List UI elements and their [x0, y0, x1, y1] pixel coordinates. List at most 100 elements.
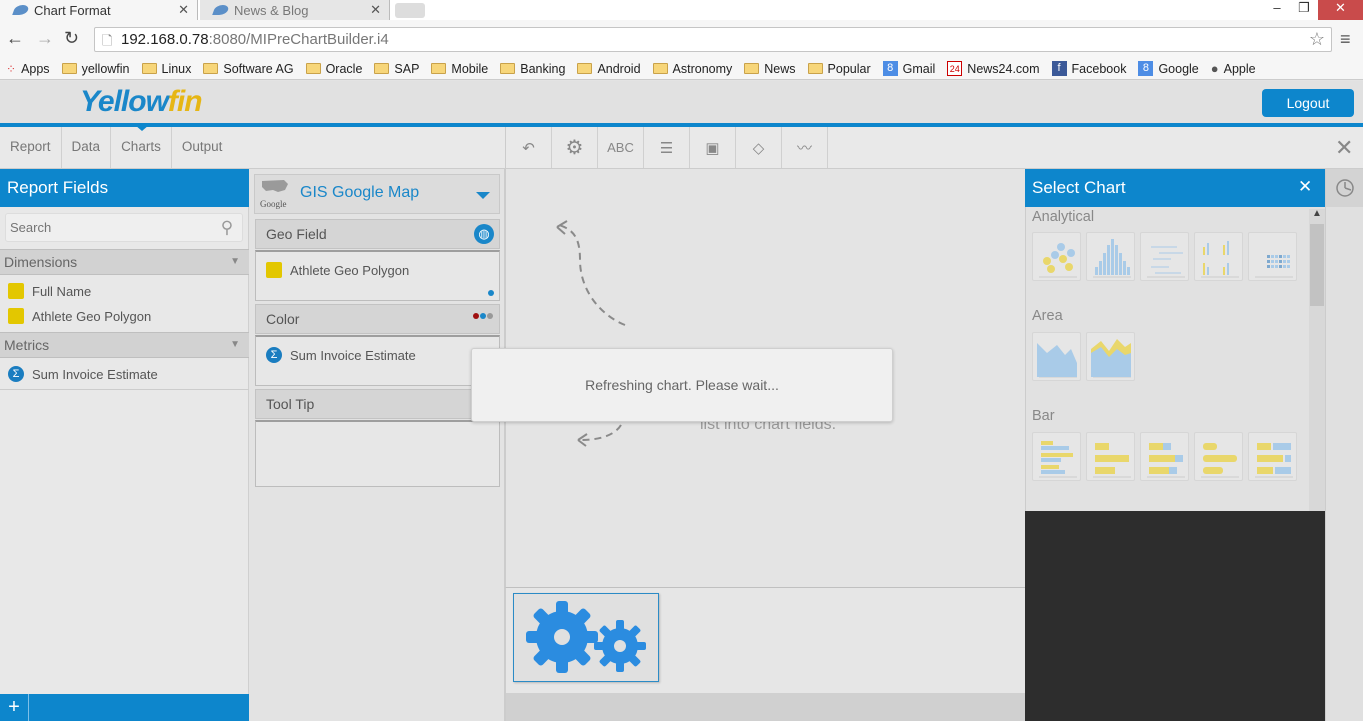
- nav-tab-charts[interactable]: Charts: [111, 127, 172, 168]
- bookmark-sap[interactable]: SAP: [374, 62, 419, 76]
- bookmark-label: Mobile: [451, 61, 489, 76]
- bookmark-software-ag[interactable]: Software AG: [203, 61, 294, 76]
- report-fields-title: Report Fields: [0, 169, 249, 207]
- bookmark-popular[interactable]: Popular: [807, 62, 871, 76]
- close-select-chart-icon[interactable]: ✕: [1298, 177, 1312, 197]
- chart-tile-histogram-chart[interactable]: [1086, 232, 1135, 281]
- close-window-button[interactable]: ✕: [1318, 0, 1363, 20]
- apple-icon: ●: [1210, 61, 1219, 76]
- chart-tile-stacked-bar-100-chart[interactable]: [1248, 432, 1297, 481]
- bookmark-news24-com[interactable]: 24 News24.com: [947, 61, 1040, 76]
- minimize-window-button[interactable]: –: [1265, 0, 1289, 20]
- bookmark-oracle[interactable]: Oracle: [305, 62, 362, 76]
- forward-arrow-icon[interactable]: →: [36, 28, 54, 49]
- yellowfin-favicon-icon: [12, 5, 30, 15]
- browser-menu-icon[interactable]: ≡: [1340, 29, 1351, 50]
- bookmark-apple[interactable]: ● Apple: [1211, 61, 1256, 76]
- color-field-dropzone[interactable]: Σ Sum Invoice Estimate: [255, 335, 500, 386]
- back-arrow-icon[interactable]: ←: [6, 28, 24, 49]
- chart-tile-scatter-chart[interactable]: [1032, 232, 1081, 281]
- bookmark-google[interactable]: 8 Google: [1138, 61, 1199, 76]
- bookmark-label: Software AG: [223, 61, 294, 76]
- bookmark-label: Android: [597, 61, 641, 76]
- bookmark-news[interactable]: News: [744, 62, 796, 76]
- new-tab-button[interactable]: [395, 3, 425, 18]
- chart-tile-stacked-area-chart[interactable]: [1086, 332, 1135, 381]
- reload-icon[interactable]: ↻: [64, 28, 79, 49]
- dimension-icon: [8, 283, 24, 299]
- chart-tile-range-chart[interactable]: [1140, 232, 1189, 281]
- bookmark-linux[interactable]: Linux: [141, 62, 191, 76]
- dimensions-label: Dimensions: [4, 254, 78, 270]
- tooltip-field-dropzone[interactable]: [255, 420, 500, 487]
- close-tab-icon[interactable]: ✕: [370, 2, 381, 18]
- bookmark-android[interactable]: Android: [577, 61, 641, 76]
- bookmark-yellowfin[interactable]: yellowfin: [61, 62, 130, 76]
- chart-tile-bar-chart[interactable]: [1086, 432, 1135, 481]
- tab-chart-format[interactable]: Chart Format ✕: [0, 0, 198, 20]
- logout-button[interactable]: Logout: [1262, 89, 1354, 117]
- close-chart-builder-icon[interactable]: ✕: [1335, 135, 1353, 161]
- undo-button[interactable]: ↶: [506, 127, 552, 168]
- stacked-bar-100-chart-icon: [1255, 443, 1293, 478]
- chart-tile-stacked-bar-chart[interactable]: [1140, 432, 1189, 481]
- color-field-header: Color: [255, 304, 500, 334]
- bookmark-label: Astronomy: [672, 61, 733, 76]
- field-search-input[interactable]: [5, 213, 243, 242]
- geo-field-item[interactable]: Athlete Geo Polygon: [266, 260, 409, 280]
- grouped-bar-chart-icon: [1039, 441, 1077, 478]
- field-label: Athlete Geo Polygon: [290, 262, 410, 278]
- folder-icon: [203, 63, 219, 74]
- color-field-item[interactable]: Σ Sum Invoice Estimate: [266, 345, 416, 365]
- indicator-dot: [488, 290, 494, 296]
- text-button[interactable]: ABC: [598, 127, 644, 168]
- nav-tab-output[interactable]: Output: [172, 127, 233, 168]
- chevron-down-icon: ▼: [230, 339, 240, 350]
- add-field-button[interactable]: +: [0, 694, 29, 721]
- dropdown-caret-icon[interactable]: [476, 192, 490, 199]
- bookmark-star-icon[interactable]: ☆: [1309, 29, 1325, 50]
- dimension-item[interactable]: Full Name: [8, 281, 91, 301]
- nav-tab-data[interactable]: Data: [62, 127, 112, 168]
- chart-tile-area-chart[interactable]: [1032, 332, 1081, 381]
- folder-icon: [431, 63, 447, 74]
- address-bar[interactable]: 🗋 192.168.0.78:8080/MIPreChartBuilder.i4…: [94, 27, 1332, 52]
- sigma-icon: Σ: [266, 347, 282, 363]
- bookmark-banking[interactable]: Banking: [500, 62, 565, 76]
- chart-tile-heatmap-chart[interactable]: [1248, 232, 1297, 281]
- chevron-down-icon: ▼: [230, 256, 240, 267]
- settings-button[interactable]: ⚙: [552, 127, 598, 168]
- label-button[interactable]: ◇: [736, 127, 782, 168]
- chart-tile-multi-bar-chart[interactable]: [1194, 232, 1243, 281]
- bookmark-apps[interactable]: ⁘ Apps: [6, 62, 50, 76]
- scrollbar-thumb[interactable]: [1310, 224, 1324, 306]
- restore-window-button[interactable]: ❐: [1292, 0, 1316, 20]
- geo-field-dropzone[interactable]: Athlete Geo Polygon: [255, 250, 500, 301]
- bookmark-astronomy[interactable]: Astronomy: [652, 61, 733, 76]
- legend-button[interactable]: ☰: [644, 127, 690, 168]
- color-palette-icon[interactable]: [473, 313, 493, 319]
- history-button[interactable]: [1326, 169, 1363, 207]
- histogram-chart-icon: [1093, 239, 1131, 278]
- image-button[interactable]: ▣: [690, 127, 736, 168]
- search-icon[interactable]: ⚲: [212, 214, 242, 241]
- globe-icon[interactable]: ◍: [474, 224, 494, 244]
- series-button[interactable]: 〰: [782, 127, 828, 168]
- bookmark-label: Google: [1158, 61, 1199, 76]
- chart-thumbnail[interactable]: [513, 593, 659, 682]
- folder-icon: [577, 63, 593, 74]
- metrics-section-header[interactable]: Metrics ▼: [0, 332, 249, 358]
- dimensions-section-header[interactable]: Dimensions ▼: [0, 249, 249, 275]
- chart-tile-grouped-bar-chart[interactable]: [1032, 432, 1081, 481]
- bookmark-label: Banking: [520, 61, 566, 76]
- dimension-item[interactable]: Athlete Geo Polygon: [8, 306, 151, 326]
- bookmark-facebook[interactable]: f Facebook: [1051, 61, 1126, 76]
- bookmark-mobile[interactable]: Mobile: [431, 62, 488, 76]
- bookmark-gmail[interactable]: 8 Gmail: [882, 61, 935, 76]
- nav-tab-report[interactable]: Report: [0, 127, 62, 168]
- chart-tile-rounded-bar-chart[interactable]: [1194, 432, 1243, 481]
- scroll-up-icon[interactable]: ▲: [1312, 208, 1322, 219]
- close-tab-icon[interactable]: ✕: [178, 2, 189, 18]
- tab-news-blog[interactable]: News & Blog ✕: [200, 0, 390, 20]
- metric-item[interactable]: Σ Sum Invoice Estimate: [8, 364, 158, 384]
